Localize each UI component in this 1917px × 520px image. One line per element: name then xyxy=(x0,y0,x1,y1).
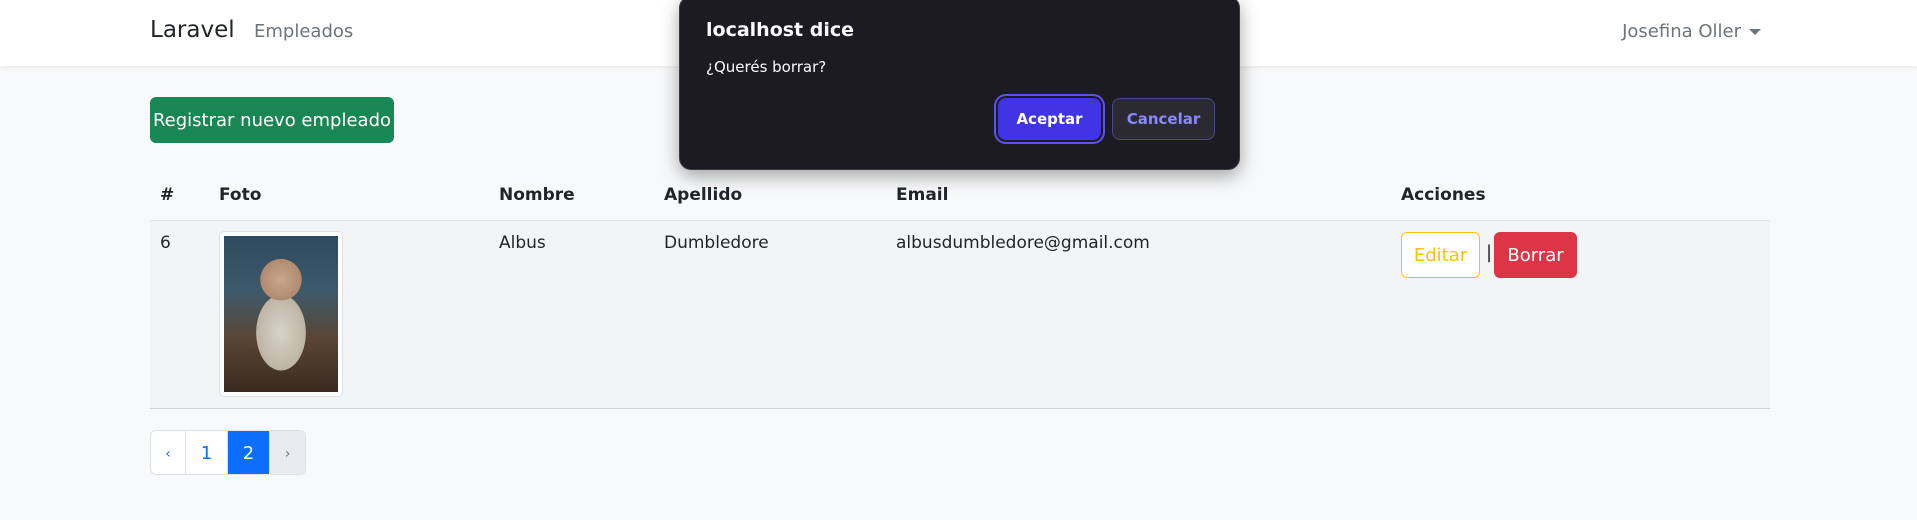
header-id: # xyxy=(160,185,175,205)
employee-photo-image xyxy=(224,236,338,392)
header-foto: Foto xyxy=(219,185,262,205)
edit-button[interactable]: Editar xyxy=(1401,232,1480,278)
register-employee-button[interactable]: Registrar nuevo empleado xyxy=(150,97,394,143)
user-dropdown[interactable]: Josefina Oller xyxy=(1622,21,1761,42)
user-name: Josefina Oller xyxy=(1622,21,1741,42)
dialog-message: ¿Querés borrar? xyxy=(706,58,827,76)
dialog-accept-button[interactable]: Aceptar xyxy=(998,98,1101,140)
pagination-page-2[interactable]: 2 xyxy=(228,431,270,474)
cell-apellido: Dumbledore xyxy=(664,233,769,253)
action-separator: | xyxy=(1486,242,1493,263)
pagination: ‹ 1 2 › xyxy=(150,430,306,475)
navbar-brand[interactable]: Laravel xyxy=(150,17,235,43)
cell-nombre: Albus xyxy=(499,233,546,253)
employees-table: # Foto Nombre Apellido Email Acciones 6 … xyxy=(150,172,1770,409)
nav-link-empleados[interactable]: Empleados xyxy=(254,21,353,42)
delete-button[interactable]: Borrar xyxy=(1494,232,1577,278)
dialog-title: localhost dice xyxy=(706,19,855,41)
confirm-dialog: localhost dice ¿Querés borrar? Aceptar C… xyxy=(679,0,1240,170)
dialog-cancel-button[interactable]: Cancelar xyxy=(1112,98,1215,140)
header-apellido: Apellido xyxy=(664,185,743,205)
caret-down-icon xyxy=(1749,28,1761,35)
table-header: # Foto Nombre Apellido Email Acciones xyxy=(150,172,1770,221)
pagination-next[interactable]: › xyxy=(270,431,305,474)
cell-email: albusdumbledore@gmail.com xyxy=(896,233,1150,253)
header-email: Email xyxy=(896,185,949,205)
table-row: 6 Albus Dumbledore albusdumbledore@gmail… xyxy=(150,221,1770,409)
header-acciones: Acciones xyxy=(1401,185,1486,205)
pagination-page-1[interactable]: 1 xyxy=(186,431,228,474)
header-nombre: Nombre xyxy=(499,185,575,205)
employee-photo xyxy=(219,231,343,397)
pagination-prev[interactable]: ‹ xyxy=(151,431,186,474)
cell-id: 6 xyxy=(160,233,171,253)
